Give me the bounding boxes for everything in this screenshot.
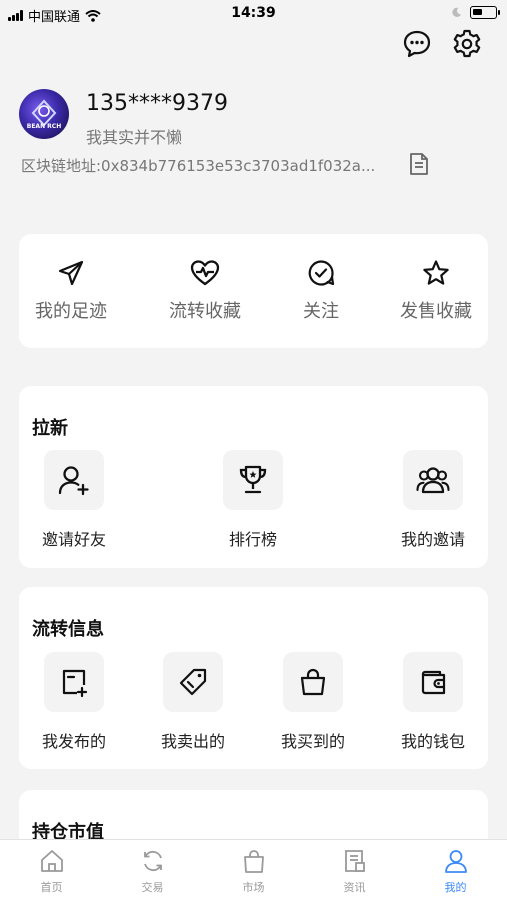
- star-icon: [423, 260, 449, 285]
- chain-address: 区块链地址:0x834b776153e53c3703ad1f032a...: [21, 157, 376, 175]
- tab-news[interactable]: 资讯: [304, 848, 405, 895]
- status-bar: 中国联通 14:39: [0, 0, 507, 28]
- leaderboard[interactable]: 排行榜: [203, 450, 303, 550]
- publish-icon: [62, 669, 88, 697]
- quick-item-label: 流转收藏: [169, 301, 241, 322]
- quick-item-footprint[interactable]: 我的足迹: [16, 259, 126, 323]
- circulation-item-label: 我发布的: [41, 732, 106, 751]
- trophy-icon: [239, 465, 267, 494]
- invite-friends[interactable]: 邀请好友: [24, 450, 124, 550]
- tab-label: 资讯: [343, 881, 366, 894]
- clock: 14:39: [231, 5, 276, 21]
- tab-market[interactable]: 市场: [203, 848, 304, 895]
- circulation-item-label: 我的钱包: [400, 732, 465, 751]
- invite-item-label: 排行榜: [228, 530, 277, 549]
- chat-bubble-icon[interactable]: [401, 28, 433, 60]
- tab-label: 首页: [40, 881, 63, 894]
- tab-label: 交易: [141, 881, 164, 894]
- user-bio: 我其实并不懒: [86, 128, 183, 147]
- avatar[interactable]: BEAN RCH: [19, 89, 69, 139]
- check-bubble-icon: [308, 260, 335, 286]
- quick-item-label: 我的足迹: [35, 301, 107, 322]
- user-phone: 135****9379: [86, 91, 228, 116]
- tab-label: 我的: [444, 881, 467, 894]
- user-icon: [444, 850, 467, 873]
- navigation-arrow-icon: [58, 260, 84, 286]
- tab-label: 市场: [242, 881, 265, 894]
- avatar-art: [31, 99, 57, 127]
- gear-icon[interactable]: [451, 28, 483, 60]
- quick-item-circulation-fav[interactable]: 流转收藏: [150, 259, 260, 323]
- avatar-caption: BEAN RCH: [26, 123, 62, 130]
- copy-document-icon[interactable]: [408, 152, 430, 180]
- my-published[interactable]: 我发布的: [24, 652, 124, 752]
- invite-item-label: 邀请好友: [41, 530, 106, 549]
- bag-icon: [300, 668, 326, 696]
- my-sold[interactable]: 我卖出的: [143, 652, 243, 752]
- quick-actions-card: 我的足迹 流转收藏 关注 发售收藏: [19, 234, 488, 348]
- group-icon: [416, 467, 450, 494]
- my-bought[interactable]: 我买到的: [263, 652, 363, 752]
- circulation-title: 流转信息: [32, 619, 104, 640]
- tag-icon: [179, 668, 207, 696]
- invite-item-label: 我的邀请: [400, 530, 465, 549]
- quick-item-sale-fav[interactable]: 发售收藏: [381, 259, 491, 323]
- add-user-icon: [58, 466, 89, 496]
- invite-card: 拉新 邀请好友 排行榜 我的邀请: [19, 386, 488, 568]
- quick-item-label: 发售收藏: [400, 301, 472, 322]
- home-icon: [40, 850, 63, 872]
- tab-bar: 首页 交易 市场 资讯 我的: [0, 839, 507, 900]
- tab-mine[interactable]: 我的: [405, 848, 506, 895]
- circulation-item-label: 我买到的: [280, 732, 345, 751]
- circulation-item-label: 我卖出的: [160, 732, 225, 751]
- tab-trade[interactable]: 交易: [102, 848, 203, 895]
- news-icon: [344, 850, 365, 872]
- exchange-icon: [143, 850, 162, 872]
- battery-icon: [470, 6, 500, 19]
- my-invites[interactable]: 我的邀请: [383, 450, 483, 550]
- wallet-icon: [421, 670, 446, 695]
- tab-home[interactable]: 首页: [1, 848, 102, 895]
- moon-icon: [452, 7, 462, 17]
- quick-item-follow[interactable]: 关注: [266, 259, 376, 323]
- heart-pulse-icon: [190, 260, 220, 286]
- circulation-card: 流转信息 我发布的 我卖出的 我买到的 我的钱包: [19, 587, 488, 769]
- shopping-bag-icon: [243, 850, 264, 873]
- quick-item-label: 关注: [303, 301, 339, 322]
- my-wallet[interactable]: 我的钱包: [383, 652, 483, 752]
- invite-title: 拉新: [32, 418, 68, 439]
